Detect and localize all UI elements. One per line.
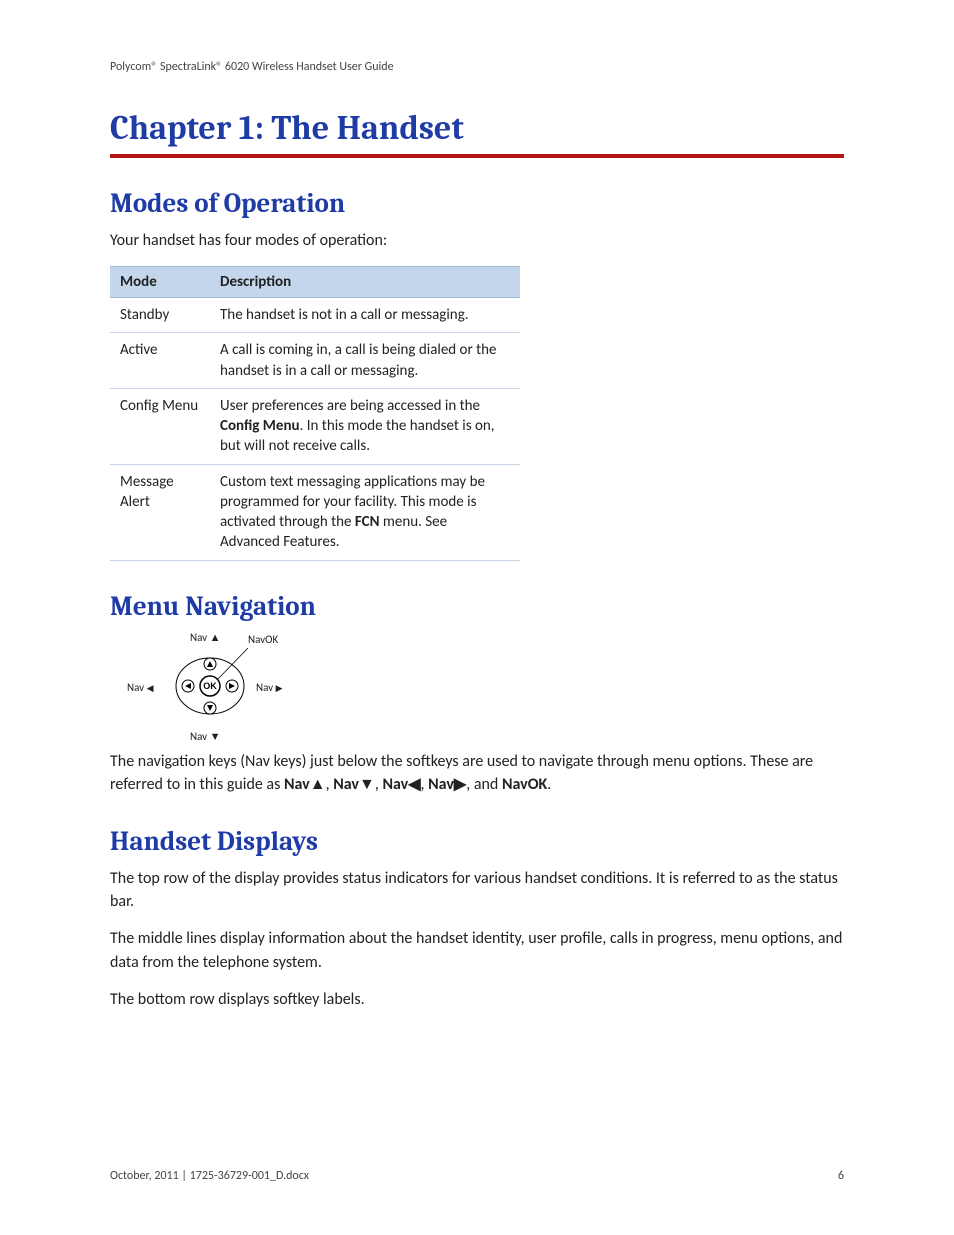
nav-up-label: Nav ▲ xyxy=(190,632,221,643)
page-footer: October, 2011 | 1725-36729-001_D.docx 6 xyxy=(110,1169,844,1183)
displays-p3: The bottom row displays softkey labels. xyxy=(110,988,844,1011)
cell-mode: Config Menu xyxy=(110,388,210,464)
table-row: Config Menu User preferences are being a… xyxy=(110,388,520,464)
modes-table: Mode Description Standby The handset is … xyxy=(110,266,520,561)
cell-desc: The handset is not in a call or messagin… xyxy=(210,298,520,333)
section-modes-title: Modes of Operation xyxy=(110,188,844,219)
table-row: Message Alert Custom text messaging appl… xyxy=(110,464,520,560)
section-displays-title: Handset Displays xyxy=(110,826,844,857)
footer-page-number: 6 xyxy=(838,1169,844,1183)
nav-key-diagram: Nav ▲ NavOK Nav ◀ Nav ▶ Nav ▼ OK xyxy=(130,632,300,742)
table-row: Standby The handset is not in a call or … xyxy=(110,298,520,333)
th-description: Description xyxy=(210,267,520,298)
nav-pad-icon: OK xyxy=(170,646,250,726)
nav-right-label: Nav ▶ xyxy=(256,682,283,693)
cell-desc: User preferences are being accessed in t… xyxy=(210,388,520,464)
cell-mode: Message Alert xyxy=(110,464,210,560)
svg-text:OK: OK xyxy=(203,681,217,691)
th-mode: Mode xyxy=(110,267,210,298)
displays-p1: The top row of the display provides stat… xyxy=(110,867,844,913)
cell-desc: Custom text messaging applications may b… xyxy=(210,464,520,560)
cell-mode: Active xyxy=(110,333,210,389)
table-header-row: Mode Description xyxy=(110,267,520,298)
footer-left: October, 2011 | 1725-36729-001_D.docx xyxy=(110,1169,309,1183)
document-header: Polycom® SpectraLink® 6020 Wireless Hand… xyxy=(110,60,844,74)
section-nav-title: Menu Navigation xyxy=(110,591,844,622)
nav-left-label: Nav ◀ xyxy=(127,682,154,693)
modes-intro: Your handset has four modes of operation… xyxy=(110,229,844,252)
displays-p2: The middle lines display information abo… xyxy=(110,927,844,973)
cell-desc: A call is coming in, a call is being dia… xyxy=(210,333,520,389)
cell-mode: Standby xyxy=(110,298,210,333)
table-row: Active A call is coming in, a call is be… xyxy=(110,333,520,389)
chapter-title: Chapter 1: The Handset xyxy=(110,108,844,158)
nav-paragraph: The navigation keys (Nav keys) just belo… xyxy=(110,750,844,796)
nav-ok-label: NavOK xyxy=(248,634,278,645)
nav-down-label: Nav ▼ xyxy=(190,731,221,742)
